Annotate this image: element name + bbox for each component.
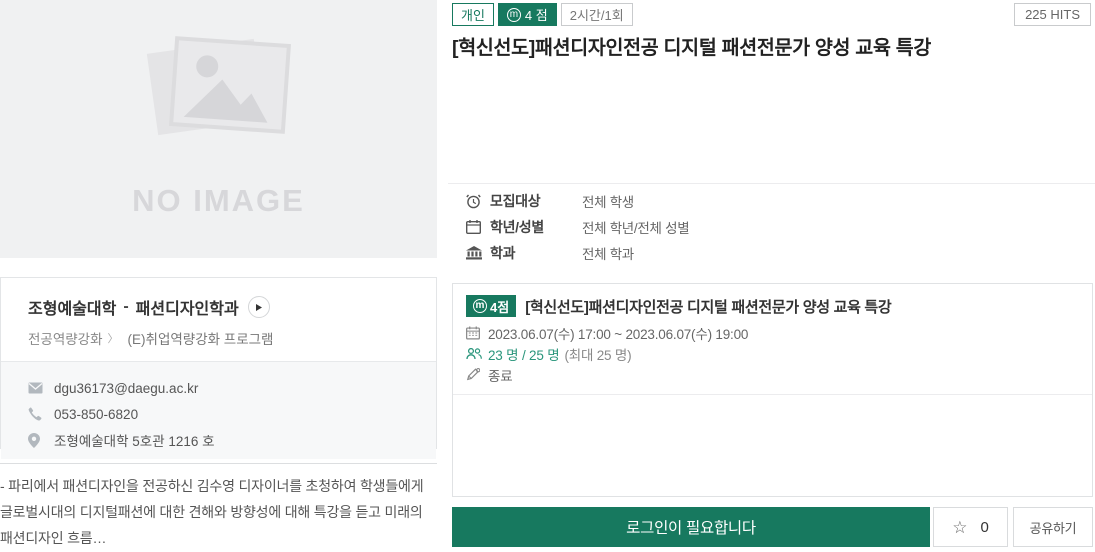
info-value: 전체 학년/전체 성별	[582, 221, 690, 236]
badge-duration: 2시간/1회	[560, 3, 633, 26]
college-dept-separator: -	[123, 298, 129, 315]
play-icon	[256, 303, 263, 311]
contact-phone-row: 053-850-6820	[28, 401, 409, 427]
badge-points-label: 4 점	[524, 8, 548, 23]
info-row-grade-gender: 학년/성별 전체 학년/전체 성별	[466, 214, 690, 240]
department-name: 패션디자인학과	[135, 301, 239, 318]
contact-email-row: dgu36173@daegu.ac.kr	[28, 375, 409, 401]
right-divider	[448, 183, 1095, 184]
calendar-icon	[466, 325, 488, 340]
session-status: 종료	[488, 368, 513, 384]
share-button[interactable]: 공유하기	[1013, 507, 1093, 547]
info-row-department: 학과 전체 학과	[466, 240, 689, 266]
no-image-label: NO IMAGE	[132, 183, 305, 218]
program-description: - 파리에서 패션디자인을 전공하신 김수영 디자이너를 초청하여 학생들에게 …	[0, 478, 424, 546]
chevron-right-icon: 〉	[107, 333, 119, 345]
info-value: 전체 학과	[582, 247, 634, 262]
program-info-list: 모집대상 전체 학생 학년/성별 전체 학년/전체 성별 학과 전체 학과	[466, 188, 690, 266]
mail-icon	[28, 382, 54, 394]
session-status-row: 종료	[466, 364, 1079, 385]
program-category: 전공역량강화	[28, 332, 103, 347]
login-required-button[interactable]: 로그인이 필요합니다	[452, 507, 930, 547]
program-detail-page: NO IMAGE 조형예술대학 - 패션디자인학과 전공역량강화 〉 (E)취업…	[0, 0, 1095, 552]
mileage-icon: m	[473, 299, 487, 313]
info-row-target: 모집대상 전체 학생	[466, 188, 689, 214]
department-expand-button[interactable]	[247, 296, 270, 318]
mileage-icon: m	[506, 7, 521, 22]
institution-icon	[466, 246, 490, 260]
session-title: [혁신선도]패션디자인전공 디지털 패션전문가 양성 교육 특강	[525, 298, 892, 316]
calendar-icon	[466, 220, 490, 234]
contact-section: dgu36173@daegu.ac.kr 053-850-6820 조형예술대학…	[1, 361, 436, 459]
badge-mileage-points: m 4 점	[497, 3, 557, 26]
contact-email[interactable]: dgu36173@daegu.ac.kr	[54, 381, 198, 396]
badge-row: 개인 m 4 점 2시간/1회	[452, 3, 633, 26]
session-box: m 4점 [혁신선도]패션디자인전공 디지털 패션전문가 양성 교육 특강 20…	[452, 283, 1093, 497]
department-card: 조형예술대학 - 패션디자인학과 전공역량강화 〉 (E)취업역량강화 프로그램…	[0, 277, 437, 459]
left-divider	[0, 463, 437, 464]
info-label: 모집대상	[490, 193, 541, 209]
contact-phone[interactable]: 053-850-6820	[54, 407, 138, 422]
session-points-label: 4점	[490, 299, 510, 315]
info-label: 학년/성별	[490, 219, 544, 235]
favorite-count: 0	[980, 518, 989, 536]
info-label: 학과	[490, 245, 516, 261]
contact-location: 조형예술대학 5호관 1216 호	[54, 434, 215, 449]
session-points-badge: m 4점	[466, 295, 517, 317]
session-datetime: 2023.06.07(수) 17:00 ~ 2023.06.07(수) 19:0…	[488, 326, 749, 342]
alarm-clock-icon	[466, 194, 490, 209]
no-image-icon	[134, 28, 304, 163]
program-type: (E)취업역량강화 프로그램	[127, 332, 274, 347]
star-icon: ☆	[952, 517, 968, 537]
badge-personal: 개인	[452, 3, 494, 26]
college-name: 조형예술대학	[28, 301, 117, 318]
hits-badge: 225 HITS	[1014, 3, 1091, 26]
pen-icon	[466, 368, 488, 381]
contact-location-row: 조형예술대학 5호관 1216 호	[28, 427, 409, 453]
info-value: 전체 학생	[582, 195, 634, 210]
phone-icon	[28, 407, 54, 421]
page-title: [혁신선도]패션디자인전공 디지털 패션전문가 양성 교육 특강	[452, 37, 931, 59]
map-pin-icon	[28, 432, 54, 448]
session-capacity-current: 23 명 / 25 명	[488, 347, 560, 363]
session-capacity-max: (최대 25 명)	[564, 347, 632, 363]
session-capacity-row: 23 명 / 25 명 (최대 25 명)	[466, 343, 1079, 364]
session-datetime-row: 2023.06.07(수) 17:00 ~ 2023.06.07(수) 19:0…	[466, 322, 1079, 343]
program-image-placeholder: NO IMAGE	[0, 0, 437, 258]
favorite-button[interactable]: ☆ 0	[933, 507, 1008, 547]
people-icon	[466, 347, 488, 360]
